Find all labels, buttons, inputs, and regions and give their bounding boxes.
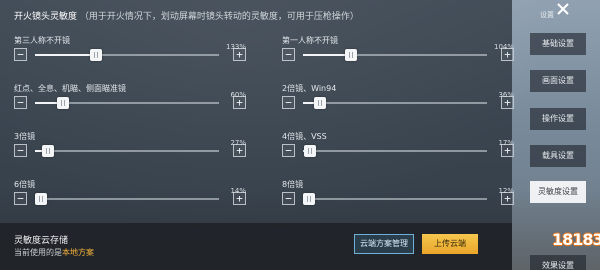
- close-icon[interactable]: [555, 1, 571, 17]
- decrease-button[interactable]: −: [14, 144, 27, 157]
- current-scheme-value: 本地方案: [62, 248, 94, 257]
- decrease-button[interactable]: −: [282, 96, 295, 109]
- slider-label: 8倍镜: [282, 180, 304, 189]
- slider-label: 第一人称不开镜: [282, 36, 338, 45]
- sidebar-item-controls[interactable]: 操作设置: [530, 108, 586, 130]
- slider-label: 4倍镜、VSS: [282, 132, 327, 141]
- slider-label: 6倍镜: [14, 180, 36, 189]
- cloud-scheme-manage-button[interactable]: 云端方案管理: [354, 234, 414, 254]
- slider-track[interactable]: [35, 145, 219, 157]
- decrease-button[interactable]: −: [282, 48, 295, 61]
- slider-3x-scope: 3倍镜 27% − +: [14, 131, 246, 171]
- section-description: （用于开火情况下，划动屏幕时镜头转动的灵敏度，可用于压枪操作）: [79, 12, 359, 22]
- slider-label: 3倍镜: [14, 132, 36, 141]
- decrease-button[interactable]: −: [14, 96, 27, 109]
- sidebar-item-sensitivity[interactable]: 灵敏度设置: [530, 181, 586, 203]
- slider-label: 红点、全息、机瞄、侧面瞄准镜: [14, 84, 126, 93]
- slider-2x-scope: 2倍镜、Win94 36% − +: [282, 83, 514, 123]
- decrease-button[interactable]: −: [282, 144, 295, 157]
- increase-button[interactable]: +: [233, 96, 246, 109]
- decrease-button[interactable]: −: [282, 192, 295, 205]
- slider-label: 2倍镜、Win94: [282, 84, 337, 93]
- cloud-storage-title: 灵敏度云存储: [14, 236, 69, 246]
- slider-thumb[interactable]: [56, 97, 69, 109]
- current-scheme-prefix: 当前使用的是: [14, 248, 62, 257]
- slider-thumb[interactable]: [35, 193, 48, 205]
- sidebar-item-graphics[interactable]: 画面设置: [530, 70, 586, 92]
- sidebar-item-basic[interactable]: 基础设置: [530, 33, 586, 55]
- slider-fill: [303, 54, 351, 56]
- slider-track[interactable]: [303, 97, 487, 109]
- slider-track[interactable]: [35, 97, 219, 109]
- decrease-button[interactable]: −: [14, 48, 27, 61]
- increase-button[interactable]: +: [233, 144, 246, 157]
- slider-6x-scope: 6倍镜 14% − +: [14, 179, 246, 219]
- slider-label: 第三人称不开镜: [14, 36, 70, 45]
- section-title: 开火镜头灵敏度: [14, 12, 78, 22]
- increase-button[interactable]: +: [233, 48, 246, 61]
- slider-track[interactable]: [35, 49, 219, 61]
- slider-first-person-no-scope: 第一人称不开镜 104% − +: [282, 35, 514, 75]
- current-scheme-text: 当前使用的是本地方案: [14, 247, 94, 258]
- upload-cloud-button[interactable]: 上传云端: [422, 234, 478, 254]
- slider-thumb[interactable]: [344, 49, 357, 61]
- slider-4x-scope: 4倍镜、VSS 17% − +: [282, 131, 514, 171]
- watermark-logo: 18183: [552, 220, 600, 260]
- slider-third-person-no-scope: 第三人称不开镜 133% − +: [14, 35, 246, 75]
- slider-track[interactable]: [303, 145, 487, 157]
- slider-thumb[interactable]: [304, 145, 317, 157]
- cloud-storage-bar: 灵敏度云存储 当前使用的是本地方案 云端方案管理 上传云端: [0, 223, 512, 270]
- slider-8x-scope: 8倍镜 12% − +: [282, 179, 514, 219]
- slider-thumb[interactable]: [302, 193, 315, 205]
- slider-track[interactable]: [303, 49, 487, 61]
- increase-button[interactable]: +: [233, 192, 246, 205]
- slider-red-dot-holo-iron: 红点、全息、机瞄、侧面瞄准镜 60% − +: [14, 83, 246, 123]
- slider-track[interactable]: [302, 193, 487, 205]
- slider-thumb[interactable]: [89, 49, 102, 61]
- sidebar-header: 设置: [526, 4, 582, 20]
- sidebar-header-label: 设置: [540, 11, 554, 19]
- slider-track[interactable]: [35, 193, 219, 205]
- section-header: 开火镜头灵敏度 （用于开火情况下，划动屏幕时镜头转动的灵敏度，可用于压枪操作）: [14, 9, 359, 22]
- decrease-button[interactable]: −: [14, 192, 27, 205]
- sensitivity-panel: 开火镜头灵敏度 （用于开火情况下，划动屏幕时镜头转动的灵敏度，可用于压枪操作） …: [0, 0, 514, 270]
- sidebar-item-vehicle[interactable]: 载具设置: [530, 145, 586, 167]
- slider-thumb[interactable]: [41, 145, 54, 157]
- slider-fill: [35, 54, 96, 56]
- slider-thumb[interactable]: [313, 97, 326, 109]
- watermark-text: 18183: [552, 230, 600, 249]
